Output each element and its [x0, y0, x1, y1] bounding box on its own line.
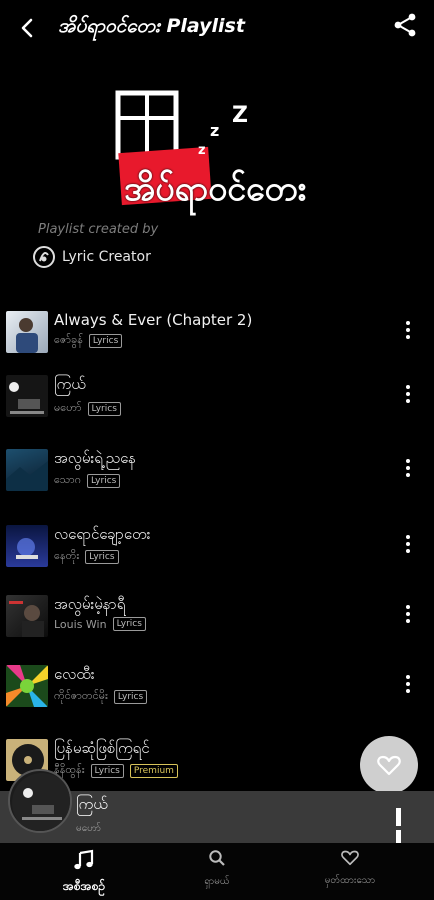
song-row[interactable]: လရောင်ချော့တေး နေတိုး Lyrics — [0, 517, 434, 577]
song-artist: Louis Win — [54, 617, 107, 631]
search-icon — [209, 850, 225, 866]
more-options-icon[interactable] — [404, 321, 412, 343]
creator-name: Lyric Creator — [62, 249, 151, 265]
created-by-label: Playlist created by — [38, 222, 159, 237]
more-options-icon[interactable] — [404, 605, 412, 627]
top-bar: အိပ်ရာဝင်တေး Playlist — [0, 0, 434, 56]
nav-label: ရှာမယ် — [204, 876, 230, 887]
song-row[interactable]: အလွမ်းရဲ့ညနေ သောဂ Lyrics — [0, 441, 434, 501]
nav-item-playlist[interactable]: အစီအစဉ် — [24, 849, 144, 896]
more-options-icon[interactable] — [404, 459, 412, 481]
song-artist: ကိုင်ဇာတင်မိုး — [54, 689, 108, 702]
nav-item-search[interactable]: ရှာမယ် — [157, 849, 277, 889]
lyrics-badge: Lyrics — [113, 690, 148, 704]
song-title: ပြန်မဆုံဖြစ်ကြရင် — [54, 739, 150, 757]
heart-outline-icon — [377, 755, 401, 776]
song-row[interactable]: အလွမ်းမဲ့နာရီ Louis Win Lyrics — [0, 587, 434, 647]
more-options-icon[interactable] — [404, 535, 412, 557]
lyrics-badge: Lyrics — [85, 550, 119, 564]
lyrics-badge: Lyrics — [87, 402, 121, 416]
song-thumbnail — [6, 595, 48, 637]
mini-player[interactable]: ကြယ် မဟော် — [0, 769, 434, 848]
svg-text:z: z — [198, 143, 206, 158]
song-thumbnail — [6, 449, 48, 491]
song-title: လရောင်ချော့တေး — [54, 525, 151, 543]
back-arrow-icon[interactable] — [14, 14, 42, 42]
favorite-button[interactable] — [360, 736, 418, 794]
song-artist: သောဂ — [54, 473, 81, 486]
song-thumbnail — [6, 375, 48, 417]
playlist-cover: z z Z အိပ်ရာဝင်တေး — [90, 88, 360, 228]
song-title: လေထီး — [54, 665, 95, 683]
now-playing-artist: မဟော် — [76, 823, 102, 834]
song-title: ကြယ် — [54, 375, 86, 393]
now-playing-artwork — [8, 769, 72, 833]
svg-text:Z: Z — [232, 103, 248, 128]
song-artist: နေတိုး — [54, 549, 80, 562]
lyrics-badge: Lyrics — [90, 764, 124, 778]
song-artist: မဟော် — [54, 401, 82, 414]
share-icon[interactable] — [392, 12, 418, 38]
lyrics-badge: Lyrics — [88, 334, 123, 348]
bottom-nav: အစီအစဉ် ရှာမယ် မှတ်ထားသော — [0, 843, 434, 900]
song-thumbnail — [6, 665, 48, 707]
music-note-icon — [74, 849, 94, 870]
pause-icon[interactable] — [396, 808, 412, 848]
song-title: Always & Ever (Chapter 2) — [54, 311, 253, 329]
song-title: အလွမ်းရဲ့ညနေ — [54, 449, 136, 467]
cover-caption: အိပ်ရာဝင်တေး — [124, 169, 307, 209]
premium-badge: Premium — [129, 764, 178, 778]
more-options-icon[interactable] — [404, 675, 412, 697]
song-row[interactable]: ကြယ် မဟော် Lyrics — [0, 367, 434, 427]
page-title: အိပ်ရာဝင်တေး Playlist — [58, 15, 245, 37]
now-playing-title: ကြယ် — [76, 795, 108, 813]
creator-link[interactable]: Lyric Creator — [32, 245, 158, 269]
lyrics-badge: Lyrics — [112, 617, 146, 631]
song-row[interactable]: Always & Ever (Chapter 2) ဇော်ခွန် Lyric… — [0, 303, 434, 363]
nav-item-favorites[interactable]: မှတ်ထားသော — [290, 849, 410, 888]
lyrics-badge: Lyrics — [86, 474, 121, 488]
heart-outline-icon — [341, 850, 359, 866]
more-options-icon[interactable] — [404, 385, 412, 407]
svg-text:z: z — [210, 121, 219, 140]
song-thumbnail — [6, 525, 48, 567]
song-artist: ဇော်ခွန် — [54, 333, 83, 346]
creator-info: Playlist created by Lyric Creator — [33, 222, 159, 269]
song-title: အလွမ်းမဲ့နာရီ — [54, 595, 126, 613]
nav-label: မှတ်ထားသော — [324, 875, 376, 886]
nav-label: အစီအစဉ် — [62, 879, 106, 893]
lyric-creator-logo-icon — [33, 246, 55, 268]
song-row[interactable]: လေထီး ကိုင်ဇာတင်မိုး Lyrics — [0, 657, 434, 717]
song-thumbnail — [6, 311, 48, 353]
